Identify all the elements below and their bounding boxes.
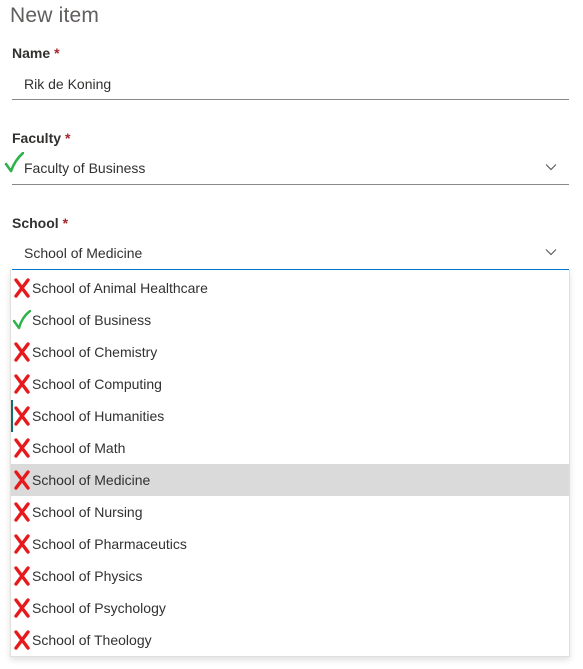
school-label-text: School [12,215,59,231]
school-options-list: School of Animal Healthcare School of Bu… [10,270,570,657]
option-medicine[interactable]: School of Medicine [11,464,569,496]
faculty-label: Faculty * [12,130,70,146]
option-label: School of Chemistry [32,344,158,360]
x-icon [14,278,30,298]
name-label: Name * [12,45,60,61]
chevron-down-icon [545,249,557,256]
option-chemistry[interactable]: School of Chemistry [11,336,569,368]
name-label-text: Name [12,45,51,61]
option-business[interactable]: School of Business [11,304,569,336]
option-label: School of Physics [32,568,143,584]
option-physics[interactable]: School of Physics [11,560,569,592]
option-label: School of Math [32,440,126,456]
option-label: School of Psychology [32,600,166,616]
faculty-dropdown[interactable]: Faculty of Business [12,153,569,185]
option-computing[interactable]: School of Computing [11,368,569,400]
option-pharmaceutics[interactable]: School of Pharmaceutics [11,528,569,560]
x-icon [14,470,30,490]
option-label: School of Computing [32,376,162,392]
school-dropdown[interactable]: School of Medicine [12,238,569,270]
x-icon [14,438,30,458]
option-label: School of Business [32,312,152,328]
name-input[interactable] [12,68,569,100]
option-label: School of Humanities [32,408,165,424]
x-icon [14,566,30,586]
option-label: School of Theology [32,632,152,648]
x-icon [14,630,30,650]
option-theology[interactable]: School of Theology [11,624,569,656]
option-label: School of Medicine [32,472,151,488]
required-marker: * [62,215,69,231]
required-marker: * [54,45,60,61]
option-math[interactable]: School of Math [11,432,569,464]
page-title: New item [10,4,100,27]
option-animal-healthcare[interactable]: School of Animal Healthcare [11,272,569,304]
required-marker: * [65,130,71,146]
chevron-down-icon [545,164,557,171]
option-label: School of Nursing [32,504,143,520]
x-icon [14,342,30,362]
x-icon [14,534,30,554]
option-humanities[interactable]: School of Humanities [11,400,569,432]
x-icon [14,502,30,522]
option-label: School of Animal Healthcare [32,280,208,296]
x-icon [14,374,30,394]
checkmark-icon [12,310,31,330]
x-icon [14,406,30,426]
faculty-dropdown-value: Faculty of Business [24,160,146,176]
option-nursing[interactable]: School of Nursing [11,496,569,528]
x-icon [14,598,30,618]
school-dropdown-value: School of Medicine [24,245,143,261]
option-label: School of Pharmaceutics [32,536,187,552]
school-label: School * [12,215,68,231]
option-psychology[interactable]: School of Psychology [11,592,569,624]
faculty-label-text: Faculty [12,130,62,146]
